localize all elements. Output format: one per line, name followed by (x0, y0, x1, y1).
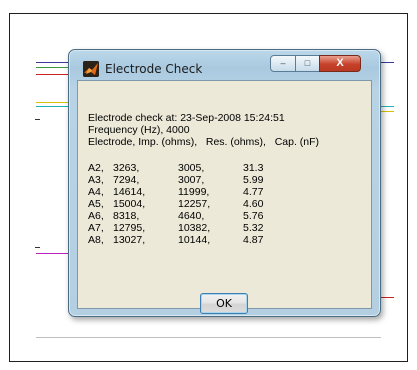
trace-cyan-left (36, 106, 70, 107)
resistance-cell: 4640, (178, 210, 205, 222)
resistance-cell: 10382, (178, 222, 211, 234)
trace-green-left (36, 67, 70, 68)
electrode-cell: A4, (88, 186, 104, 198)
resistance-cell: 3007, (178, 174, 205, 186)
check-timestamp-text: Electrode check at: 23-Sep-2008 15:24:51 (88, 112, 285, 124)
capacitance-cell: 4.87 (243, 234, 264, 246)
electrode-check-dialog: Electrode Check – □ X Electrode check at… (68, 49, 381, 317)
trace-blue-left (36, 62, 70, 63)
frequency-text: Frequency (Hz), 4000 (88, 124, 190, 136)
window-title: Electrode Check (105, 62, 203, 76)
capacitance-cell: 4.60 (243, 198, 264, 210)
electrode-cell: A5, (88, 198, 104, 210)
maximize-icon: □ (304, 58, 311, 68)
ok-button[interactable]: OK (200, 293, 248, 314)
impedance-cell: 13027, (113, 234, 146, 246)
capacitance-cell: 5.32 (243, 222, 264, 234)
close-button[interactable]: X (319, 55, 361, 72)
impedance-cell: 8318, (113, 210, 140, 222)
minimize-button[interactable]: – (270, 55, 296, 72)
impedance-cell: 7294, (113, 174, 140, 186)
axis-tick (35, 119, 40, 120)
capacitance-cell: 5.76 (243, 210, 264, 222)
column-header-text: Electrode, Imp. (ohms), Res. (ohms), Cap… (88, 136, 320, 148)
resistance-cell: 10144, (178, 234, 211, 246)
impedance-cell: 12795, (113, 222, 146, 234)
axis-tick (35, 247, 40, 248)
minimize-icon: – (280, 58, 286, 68)
electrode-cell: A8, (88, 234, 104, 246)
resistance-cell: 12257, (178, 198, 211, 210)
capacitance-cell: 5.99 (243, 174, 264, 186)
impedance-cell: 15004, (113, 198, 146, 210)
trace-red-left (36, 74, 70, 75)
resistance-cell: 3005, (178, 162, 205, 174)
matlab-icon (83, 61, 99, 77)
dialog-client-area: Electrode check at: 23-Sep-2008 15:24:51… (77, 80, 372, 314)
capacitance-cell: 4.77 (243, 186, 264, 198)
x-axis-line (36, 337, 381, 338)
electrode-cell: A6, (88, 210, 104, 222)
capacitance-cell: 31.3 (243, 162, 264, 174)
impedance-cell: 3263, (113, 162, 140, 174)
electrode-cell: A2, (88, 162, 104, 174)
close-icon: X (336, 57, 344, 69)
electrode-cell: A3, (88, 174, 104, 186)
impedance-cell: 14614, (113, 186, 146, 198)
resistance-cell: 11999, (178, 186, 210, 198)
trace-yellow-left (36, 102, 70, 103)
electrode-cell: A7, (88, 222, 104, 234)
trace-magenta-left (36, 253, 70, 254)
maximize-button[interactable]: □ (295, 55, 320, 72)
